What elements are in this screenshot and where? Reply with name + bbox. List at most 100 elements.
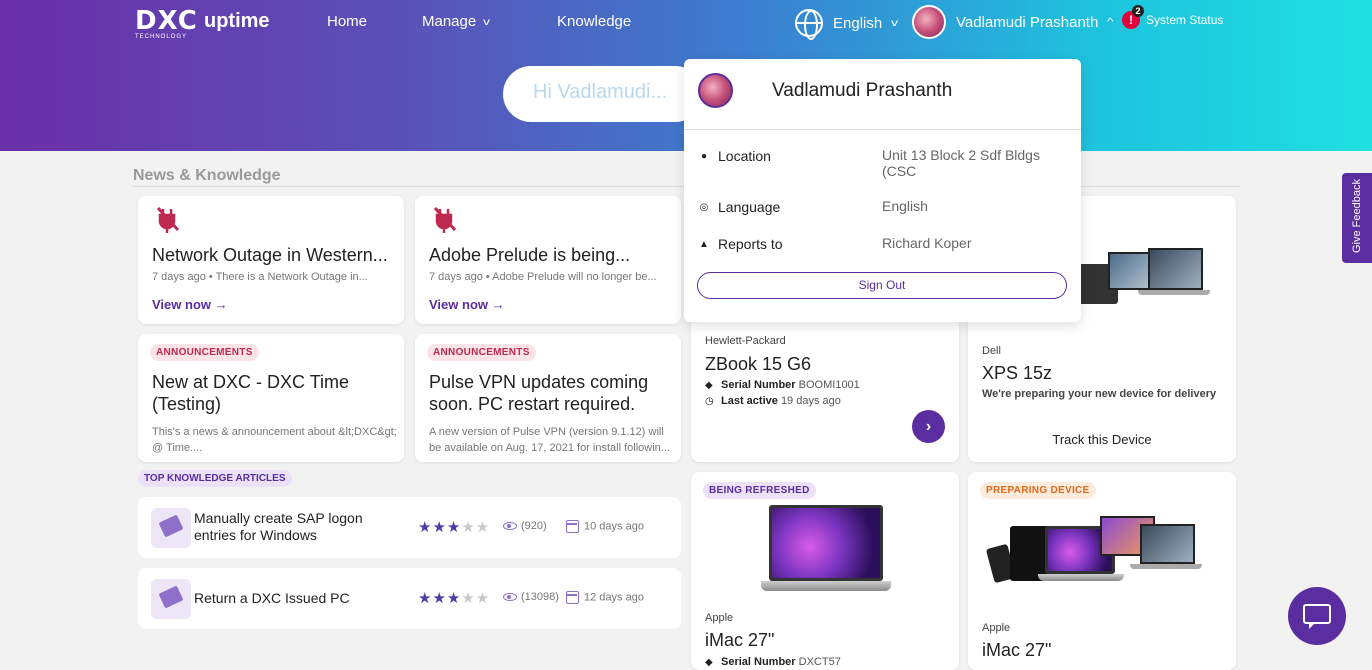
book-icon: [151, 579, 191, 619]
article-date: 10 days ago: [566, 520, 644, 533]
announcement-title: Pulse VPN updates coming soon. PC restar…: [429, 372, 649, 414]
announcement-title: New at DXC - DXC Time (Testing): [152, 372, 350, 414]
announcement-card[interactable]: ANNOUNCEMENTS Pulse VPN updates coming s…: [415, 334, 681, 462]
sign-out-button[interactable]: Sign Out: [697, 272, 1067, 299]
device-maker: Hewlett-Packard: [705, 335, 786, 347]
outage-title: Adobe Prelude is being...: [429, 245, 631, 265]
alert-icon: ! 2: [1122, 5, 1144, 29]
divider: [684, 129, 1081, 130]
device-serial: ◆ Serial Number BOOMI1001: [705, 379, 860, 391]
eye-icon: [503, 522, 517, 531]
avatar: [698, 73, 733, 108]
location-pin-icon: ●: [700, 150, 708, 162]
nav-home[interactable]: Home: [327, 13, 367, 30]
device-model: iMac 27": [982, 640, 1052, 660]
give-feedback-tab[interactable]: Give Feedback: [1342, 173, 1372, 263]
view-count: (13098): [503, 591, 559, 603]
device-status-badge: BEING REFRESHED: [703, 482, 816, 499]
device-serial: ◆ Serial Number DXCT57: [705, 656, 841, 668]
article-date: 12 days ago: [566, 591, 644, 604]
outage-card[interactable]: Adobe Prelude is being... 7 days ago • A…: [415, 196, 681, 324]
device-model: XPS 15z: [982, 363, 1053, 383]
nav-manage-label: Manage: [422, 13, 477, 30]
globe-icon: ◎: [699, 201, 709, 213]
system-status-label: System Status: [1146, 13, 1224, 27]
chat-button[interactable]: [1288, 587, 1346, 645]
nav-knowledge[interactable]: Knowledge: [557, 13, 631, 30]
kb-article-row[interactable]: Return a DXC Issued PC ★★★★★ (13098) 12 …: [138, 568, 681, 629]
track-device-link[interactable]: Track this Device: [968, 432, 1236, 447]
device-last-active: ◷ Last active 19 days ago: [705, 395, 841, 407]
serial-value: DXCT57: [798, 656, 841, 668]
search-input[interactable]: Hi Vadlamudi...: [503, 66, 703, 122]
serial-label: Serial Number: [721, 656, 796, 668]
devices-image: [1078, 246, 1210, 306]
product-name: uptime: [204, 10, 270, 32]
clock-icon: ◷: [705, 396, 714, 407]
language-selector[interactable]: English v: [795, 9, 898, 40]
device-model: iMac 27": [705, 630, 775, 650]
power-off-icon: [156, 206, 180, 233]
announcement-badge: ANNOUNCEMENTS: [427, 344, 536, 361]
device-maker: Apple: [705, 612, 734, 624]
device-note: We're preparing your new device for deli…: [982, 388, 1217, 400]
device-card[interactable]: BEING REFRESHED Apple iMac 27" ◆ Serial N…: [691, 472, 959, 670]
profile-name: Vadlamudi Prashanth: [772, 80, 953, 101]
view-count: (920): [503, 520, 547, 532]
serial-label: Serial Number: [721, 379, 796, 391]
chevron-up-icon: ^: [1107, 16, 1114, 28]
view-now-link[interactable]: View now →: [429, 297, 505, 312]
announcement-desc: This's a news & announcement about &lt;D…: [152, 426, 397, 454]
kb-article-row[interactable]: Manually create SAP logon entries for Wi…: [138, 497, 681, 558]
devices-image: [985, 516, 1202, 586]
user-menu[interactable]: Vadlamudi Prashanth ^: [912, 5, 1114, 39]
view-now-label: View now: [152, 297, 211, 312]
view-now-label: View now: [429, 297, 488, 312]
system-status[interactable]: ! 2 System Status: [1122, 5, 1224, 29]
last-active-label: Last active: [721, 395, 778, 407]
device-card[interactable]: PREPARING DEVICE Apple iMac 27": [968, 472, 1236, 670]
outage-meta: 7 days ago • Adobe Prelude will no longe…: [429, 271, 657, 283]
location-label-text: Location: [718, 148, 771, 164]
language-value: English: [882, 198, 928, 214]
device-maker: Dell: [982, 345, 1001, 357]
book-icon: [151, 508, 191, 548]
power-off-icon: [433, 206, 457, 233]
logo-main: DXC: [135, 6, 198, 36]
article-date-value: 12 days ago: [584, 591, 644, 604]
chevron-right-button[interactable]: ›: [912, 410, 945, 443]
reports-to-value: Richard Koper: [882, 235, 972, 251]
outage-card[interactable]: Network Outage in Western... 7 days ago …: [138, 196, 404, 324]
announcement-desc: A new version of Pulse VPN (version 9.1.…: [429, 426, 670, 454]
kb-article-title: Return a DXC Issued PC: [194, 590, 350, 606]
status-count-badge: 2: [1132, 5, 1144, 17]
article-date-value: 10 days ago: [584, 520, 644, 533]
user-name: Vadlamudi Prashanth: [956, 13, 1099, 31]
language-label: English: [833, 14, 883, 32]
chat-icon: [1303, 604, 1331, 629]
globe-icon: [795, 9, 823, 40]
device-maker: Apple: [982, 622, 1011, 634]
announcement-card[interactable]: ANNOUNCEMENTS New at DXC - DXC Time (Tes…: [138, 334, 404, 462]
person-icon: ▲: [699, 238, 709, 250]
dxc-logo[interactable]: DXC TECHNOLOGY uptime: [135, 6, 270, 40]
last-active-value: 19 days ago: [780, 395, 841, 407]
reports-to-label: ▲ Reports to: [698, 236, 783, 252]
device-status-badge: PREPARING DEVICE: [980, 482, 1096, 499]
kb-article-title: Manually create SAP logon entries for Wi…: [194, 510, 363, 543]
nav-manage[interactable]: Manage v: [422, 13, 491, 30]
user-profile-dropdown: Vadlamudi Prashanth ● Location Unit 13 Bl…: [684, 59, 1081, 322]
view-now-link[interactable]: View now →: [152, 297, 228, 312]
arrow-right-icon: →: [214, 297, 228, 312]
location-label: ● Location: [698, 148, 771, 164]
outage-title: Network Outage in Western...: [152, 245, 388, 265]
view-count-value: (920): [521, 520, 547, 532]
announcement-badge: ANNOUNCEMENTS: [150, 344, 259, 361]
language-label: ◎ Language: [698, 199, 781, 215]
calendar-icon: [566, 520, 579, 533]
language-label-text: Language: [718, 199, 781, 215]
calendar-icon: [566, 591, 579, 604]
serial-value: BOOMI1001: [798, 379, 860, 391]
avatar: [912, 5, 946, 39]
chevron-down-icon: v: [483, 16, 491, 28]
